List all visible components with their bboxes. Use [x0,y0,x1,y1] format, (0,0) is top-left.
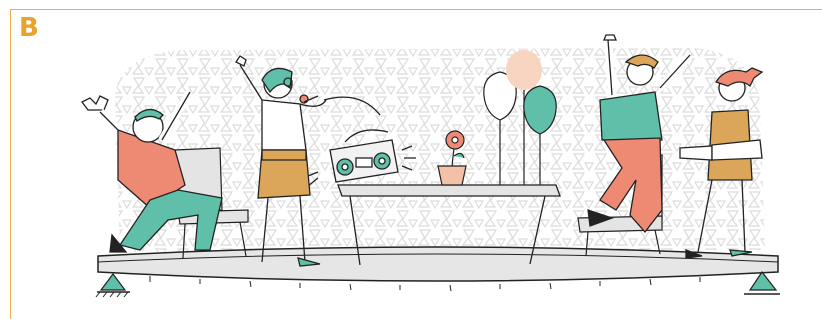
beam [97,246,779,292]
panel-frame: B [0,0,822,319]
support-triangle-icon [95,273,130,298]
support-triangle-icon [744,270,780,295]
party-scene-illustration [81,34,780,298]
